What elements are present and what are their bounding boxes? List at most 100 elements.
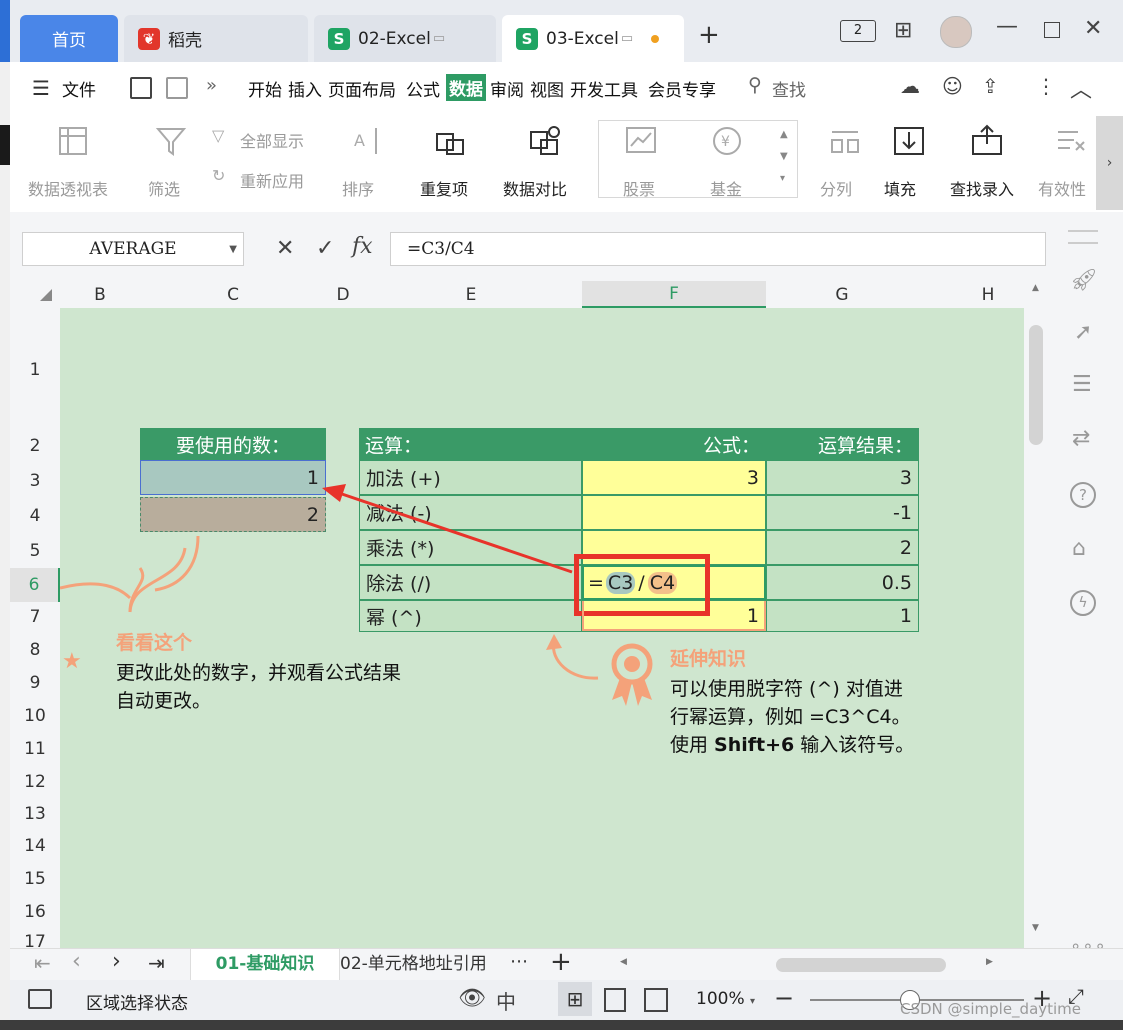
more-chevron-icon[interactable]: » — [206, 75, 217, 96]
tab-docer[interactable]: ❦ 稻壳 — [124, 15, 308, 62]
row-header[interactable]: 17 — [10, 932, 60, 948]
row-header[interactable]: 5 — [10, 541, 60, 561]
lookup-entry-button[interactable]: 查找录入 — [950, 176, 1014, 200]
help-icon[interactable]: ? — [1070, 482, 1096, 508]
avatar[interactable] — [940, 16, 972, 48]
insert-function-button[interactable]: fx — [352, 234, 373, 259]
menu-developer[interactable]: 开发工具 — [570, 76, 638, 101]
show-all-button[interactable]: 全部显示 — [240, 128, 304, 152]
cancel-icon[interactable]: ✕ — [276, 236, 294, 261]
sheet-tab[interactable]: 02-单元格地址引用 — [340, 949, 500, 980]
menu-formulas[interactable]: 公式 — [406, 76, 440, 101]
close-button[interactable]: ✕ — [1084, 16, 1102, 41]
stocks-button[interactable]: 股票 — [623, 176, 655, 200]
export-icon[interactable] — [166, 77, 188, 99]
cloud-sync-icon[interactable]: ☁ — [900, 74, 920, 98]
shop-icon[interactable]: ⌂ — [1072, 536, 1086, 561]
compare-button[interactable]: 数据对比 — [503, 176, 567, 200]
split-column-button[interactable]: 分列 — [820, 176, 852, 200]
formula-input[interactable]: =C3/C4 — [390, 232, 1046, 266]
page-layout-view-icon[interactable] — [604, 988, 626, 1012]
row-header[interactable]: 2 — [10, 436, 60, 456]
row-header[interactable]: 10 — [10, 706, 60, 726]
add-sheet-button[interactable]: + — [550, 947, 572, 977]
sort-button[interactable]: 排序 — [342, 176, 374, 200]
hamburger-icon[interactable]: ☰ — [32, 76, 50, 100]
row-header[interactable]: 15 — [10, 869, 60, 889]
row-header[interactable]: 12 — [10, 772, 60, 792]
scroll-left-icon[interactable]: ◀ — [620, 957, 627, 967]
vertical-scrollbar[interactable]: ▲ ▼ — [1024, 281, 1050, 948]
normal-view-icon[interactable]: ⊞ — [558, 982, 592, 1016]
column-header-g[interactable]: G — [766, 285, 918, 305]
menu-data[interactable]: 数据 — [446, 74, 486, 101]
name-box[interactable]: AVERAGE ▼ — [22, 232, 244, 266]
last-sheet-icon[interactable]: ⇥ — [148, 951, 165, 975]
funds-button[interactable]: 基金 — [710, 176, 742, 200]
validity-button[interactable]: 有效性 — [1038, 176, 1086, 200]
more-options-icon[interactable]: ⋮ — [1036, 74, 1056, 98]
cursor-icon[interactable]: ➚ — [1074, 320, 1092, 345]
macro-record-icon[interactable] — [28, 989, 52, 1009]
duplicates-button[interactable]: 重复项 — [420, 176, 468, 200]
menu-member[interactable]: 会员专享 — [648, 76, 716, 101]
sliders-icon[interactable]: ☰ — [1072, 372, 1092, 397]
tab-excel-03[interactable]: S 03-Excel ▭ — [502, 15, 684, 62]
worksheet[interactable]: 要使用的数： 1 2 运算： 公式： 运算结果： 加法 (+) 3 3 减法 (… — [60, 308, 1024, 948]
save-icon[interactable] — [130, 77, 152, 99]
language-icon[interactable]: 中 — [496, 986, 516, 1015]
next-sheet-icon[interactable]: › — [112, 949, 121, 974]
zoom-out-icon[interactable]: − — [774, 984, 794, 1012]
ribbon-scroll-right[interactable]: › — [1096, 116, 1123, 210]
select-all-corner[interactable] — [40, 289, 52, 301]
column-header-b[interactable]: B — [60, 285, 140, 305]
hscroll-thumb[interactable] — [776, 958, 946, 972]
row-header-active[interactable]: 6 — [10, 568, 60, 602]
pivot-table-button[interactable]: 数据透视表 — [28, 176, 108, 200]
menu-review[interactable]: 审阅 — [490, 76, 524, 101]
row-header[interactable]: 13 — [10, 804, 60, 824]
row-header[interactable]: 7 — [10, 607, 60, 627]
zoom-level[interactable]: 100% ▾ — [696, 989, 755, 1009]
menu-file[interactable]: 文件 — [62, 76, 96, 101]
reapply-button[interactable]: 重新应用 — [240, 168, 304, 192]
new-tab-button[interactable]: + — [698, 20, 720, 50]
row-header[interactable]: 3 — [10, 471, 60, 491]
tab-home[interactable]: 首页 — [20, 15, 118, 62]
column-header-e[interactable]: E — [360, 285, 582, 305]
add-user-icon[interactable]: ☺ — [942, 74, 963, 98]
row-header[interactable]: 9 — [10, 673, 60, 693]
first-sheet-icon[interactable]: ⇤ — [34, 951, 51, 975]
column-header-f[interactable]: F — [582, 281, 766, 308]
scroll-right-icon[interactable]: ▶ — [986, 957, 993, 967]
sheet-tab-active[interactable]: 01-基础知识 — [190, 949, 340, 980]
flash-icon[interactable]: ϟ — [1070, 590, 1096, 616]
menu-search[interactable]: 查找 — [772, 76, 806, 101]
maximize-button[interactable] — [1044, 22, 1060, 38]
page-break-view-icon[interactable] — [644, 988, 668, 1012]
menu-home[interactable]: 开始 — [248, 76, 282, 101]
menu-view[interactable]: 视图 — [530, 76, 564, 101]
eye-protection-icon[interactable]: 👁︎ — [458, 986, 486, 1011]
filter-button[interactable]: 筛选 — [148, 176, 180, 200]
prev-sheet-icon[interactable]: ‹ — [72, 949, 81, 974]
grid-apps-icon[interactable]: ⊞ — [894, 18, 912, 43]
gallery-scroll-icon[interactable]: ▲ ▼ ▾ — [780, 124, 788, 190]
row-header[interactable]: 14 — [10, 836, 60, 856]
collapse-ribbon-icon[interactable]: ︿ — [1070, 72, 1092, 104]
window-layout-button[interactable]: 2 — [840, 20, 876, 42]
horizontal-scrollbar[interactable]: ◀ ▶ — [614, 955, 1006, 975]
row-header[interactable]: 11 — [10, 739, 60, 759]
scroll-up-icon[interactable]: ▲ — [1032, 283, 1039, 293]
transfer-icon[interactable]: ⇄ — [1072, 426, 1090, 451]
scroll-down-icon[interactable]: ▼ — [1032, 923, 1039, 933]
menu-insert[interactable]: 插入 — [288, 76, 322, 101]
tab-excel-02[interactable]: S 02-Excel ▭ — [314, 15, 496, 62]
row-header[interactable]: 1 — [10, 360, 60, 380]
row-header[interactable]: 4 — [10, 506, 60, 526]
column-header-c[interactable]: C — [140, 285, 326, 305]
column-header-d[interactable]: D — [326, 285, 360, 305]
more-sheets-icon[interactable]: ⋯ — [510, 951, 528, 972]
fill-button[interactable]: 填充 — [884, 176, 916, 200]
search-icon[interactable]: ⚲ — [748, 74, 762, 96]
